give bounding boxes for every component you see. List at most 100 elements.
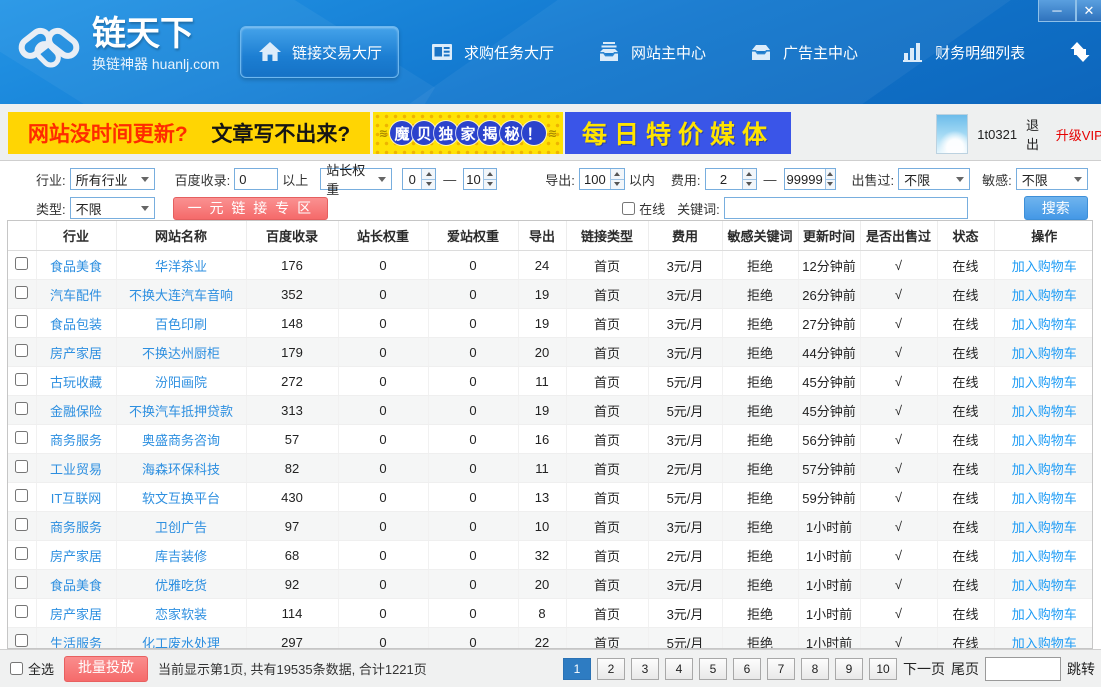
add-to-cart-link[interactable]: 加入购物车 xyxy=(994,425,1093,454)
one-yuan-zone-button[interactable]: 一 元 链 接 专 区 xyxy=(173,197,328,220)
cell-site-name[interactable]: 奥盛商务咨询 xyxy=(116,425,246,454)
cell-site-name[interactable]: 化工废水处理 xyxy=(116,628,246,650)
add-to-cart-link[interactable]: 加入购物车 xyxy=(994,512,1093,541)
cell-site-name[interactable]: 不换达州厨柜 xyxy=(116,338,246,367)
cell-industry[interactable]: 商务服务 xyxy=(36,512,116,541)
sensitive-select[interactable]: 不限 xyxy=(1016,168,1088,190)
cell-industry[interactable]: 古玩收藏 xyxy=(36,367,116,396)
sold-select[interactable]: 不限 xyxy=(898,168,970,190)
fee-min-stepper[interactable]: 2 xyxy=(705,168,757,190)
row-checkbox[interactable] xyxy=(15,460,28,473)
add-to-cart-link[interactable]: 加入购物车 xyxy=(994,570,1093,599)
nav-link-trade-hall[interactable]: 链接交易大厅 xyxy=(240,26,399,78)
add-to-cart-link[interactable]: 加入购物车 xyxy=(994,309,1093,338)
row-checkbox[interactable] xyxy=(15,634,28,647)
cell-industry[interactable]: 汽车配件 xyxy=(36,280,116,309)
add-to-cart-link[interactable]: 加入购物车 xyxy=(994,454,1093,483)
nav-advertiser-center[interactable]: 广告主中心 xyxy=(736,30,870,74)
cell-industry[interactable]: 生活服务 xyxy=(36,628,116,650)
cell-site-name[interactable]: 不换汽车抵押贷款 xyxy=(116,396,246,425)
page-button-7[interactable]: 7 xyxy=(767,658,795,680)
page-button-9[interactable]: 9 xyxy=(835,658,863,680)
row-checkbox[interactable] xyxy=(15,315,28,328)
cell-site-name[interactable]: 卫创广告 xyxy=(116,512,246,541)
ad-banner-update[interactable]: 网站没时间更新? 文章写不出来? xyxy=(8,112,370,154)
cell-industry[interactable]: 食品美食 xyxy=(36,570,116,599)
fee-max-stepper[interactable]: 99999 xyxy=(784,168,836,190)
add-to-cart-link[interactable]: 加入购物车 xyxy=(994,338,1093,367)
close-button[interactable]: ✕ xyxy=(1076,0,1101,22)
cell-site-name[interactable]: 不换大连汽车音响 xyxy=(116,280,246,309)
add-to-cart-link[interactable]: 加入购物车 xyxy=(994,251,1093,280)
ad-banner-daily-media[interactable]: 每日特价媒体 xyxy=(565,112,791,154)
page-button-8[interactable]: 8 xyxy=(801,658,829,680)
cell-site-name[interactable]: 库吉装修 xyxy=(116,541,246,570)
weight-min-stepper[interactable]: 0 xyxy=(402,168,436,190)
row-checkbox[interactable] xyxy=(15,402,28,415)
upgrade-vip-link[interactable]: 升级VIP xyxy=(1056,125,1101,144)
type-select[interactable]: 不限 xyxy=(70,197,155,219)
page-button-1[interactable]: 1 xyxy=(563,658,591,680)
cell-industry[interactable]: 房产家居 xyxy=(36,338,116,367)
cell-industry[interactable]: 房产家居 xyxy=(36,541,116,570)
add-to-cart-link[interactable]: 加入购物车 xyxy=(994,367,1093,396)
page-button-5[interactable]: 5 xyxy=(699,658,727,680)
row-checkbox[interactable] xyxy=(15,518,28,531)
ad-banner-moby[interactable]: ≋ 魔贝独家揭秘！ ≋ xyxy=(373,112,563,154)
add-to-cart-link[interactable]: 加入购物车 xyxy=(994,483,1093,512)
select-all-checkbox[interactable] xyxy=(10,662,23,675)
add-to-cart-link[interactable]: 加入购物车 xyxy=(994,599,1093,628)
nav-buy-task-hall[interactable]: 求购任务大厅 xyxy=(417,30,566,74)
search-button[interactable]: 搜索 xyxy=(1024,196,1088,220)
minimize-button[interactable]: ─ xyxy=(1038,0,1076,22)
industry-select[interactable]: 所有行业 xyxy=(70,168,155,190)
weight-max-stepper[interactable]: 10 xyxy=(463,168,497,190)
cell-site-name[interactable]: 汾阳画院 xyxy=(116,367,246,396)
batch-publish-button[interactable]: 批量投放 xyxy=(64,656,148,682)
cell-industry[interactable]: 食品美食 xyxy=(36,251,116,280)
jump-link[interactable]: 跳转 xyxy=(1067,659,1095,679)
last-page-link[interactable]: 尾页 xyxy=(951,659,979,679)
cell-site-name[interactable]: 恋家软装 xyxy=(116,599,246,628)
cell-site-name[interactable]: 软文互换平台 xyxy=(116,483,246,512)
row-checkbox[interactable] xyxy=(15,373,28,386)
row-checkbox[interactable] xyxy=(15,431,28,444)
row-checkbox[interactable] xyxy=(15,547,28,560)
page-button-2[interactable]: 2 xyxy=(597,658,625,680)
nav-finance-list[interactable]: 财务明细列表 xyxy=(888,30,1037,74)
cell-site-name[interactable]: 百色印刷 xyxy=(116,309,246,338)
weight-type-select[interactable]: 站长权重 xyxy=(320,168,392,190)
cell-industry[interactable]: 工业贸易 xyxy=(36,454,116,483)
row-checkbox[interactable] xyxy=(15,286,28,299)
cell-industry[interactable]: 金融保险 xyxy=(36,396,116,425)
logout-link[interactable]: 退出 xyxy=(1026,115,1047,153)
row-checkbox[interactable] xyxy=(15,489,28,502)
row-checkbox[interactable] xyxy=(15,605,28,618)
nav-webmaster-center[interactable]: 网站主中心 xyxy=(584,30,718,74)
page-button-10[interactable]: 10 xyxy=(869,658,897,680)
cell-industry[interactable]: 房产家居 xyxy=(36,599,116,628)
cell-industry[interactable]: IT互联网 xyxy=(36,483,116,512)
add-to-cart-link[interactable]: 加入购物车 xyxy=(994,541,1093,570)
add-to-cart-link[interactable]: 加入购物车 xyxy=(994,280,1093,309)
page-button-4[interactable]: 4 xyxy=(665,658,693,680)
add-to-cart-link[interactable]: 加入购物车 xyxy=(994,396,1093,425)
row-checkbox[interactable] xyxy=(15,257,28,270)
jump-page-input[interactable] xyxy=(985,657,1061,681)
keyword-input[interactable] xyxy=(724,197,968,219)
cell-industry[interactable]: 食品包装 xyxy=(36,309,116,338)
cell-site-name[interactable]: 海森环保科技 xyxy=(116,454,246,483)
baidu-index-input[interactable] xyxy=(234,168,278,190)
export-stepper[interactable]: 100 xyxy=(579,168,625,190)
cell-industry[interactable]: 商务服务 xyxy=(36,425,116,454)
row-checkbox[interactable] xyxy=(15,344,28,357)
page-button-3[interactable]: 3 xyxy=(631,658,659,680)
online-checkbox[interactable] xyxy=(622,202,635,215)
nav-back[interactable]: 返回 xyxy=(1055,30,1101,74)
cell-site-name[interactable]: 优雅吃货 xyxy=(116,570,246,599)
next-page-link[interactable]: 下一页 xyxy=(903,659,945,679)
row-checkbox[interactable] xyxy=(15,576,28,589)
page-button-6[interactable]: 6 xyxy=(733,658,761,680)
add-to-cart-link[interactable]: 加入购物车 xyxy=(994,628,1093,650)
cell-site-name[interactable]: 华洋茶业 xyxy=(116,251,246,280)
